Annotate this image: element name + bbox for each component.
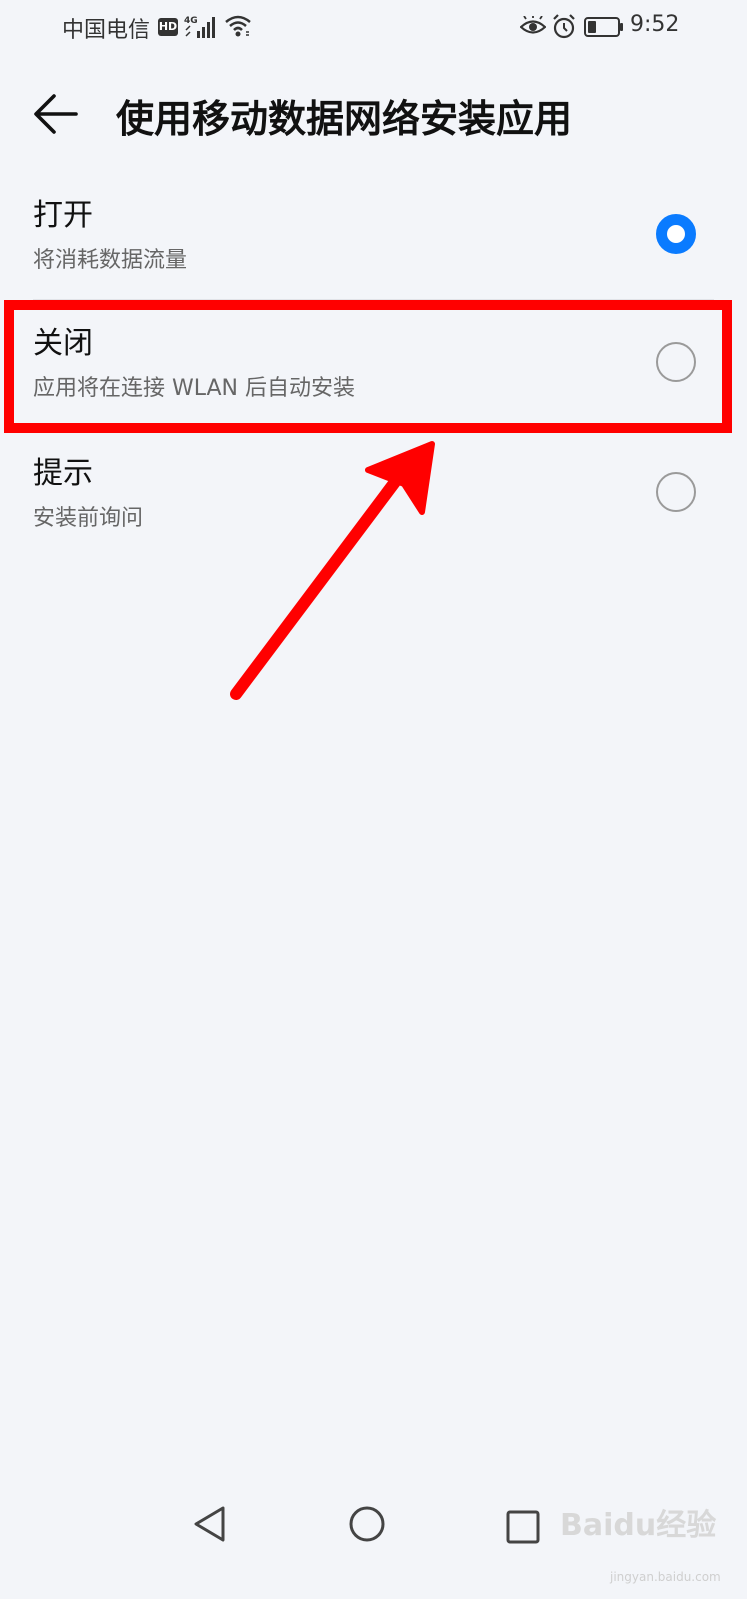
back-button[interactable] xyxy=(30,86,86,142)
option-off[interactable]: 关闭 应用将在连接 WLAN 后自动安装 xyxy=(0,300,747,428)
option-label: 打开 xyxy=(33,198,93,233)
radio-button-off[interactable] xyxy=(656,342,696,382)
alarm-icon xyxy=(553,14,575,39)
page-title: 使用移动数据网络安装应用 xyxy=(116,97,573,141)
settings-screen: 中国电信 HD 4G 9:52 使用移动数据网络安装应用 打开 将消耗数据流量 … xyxy=(0,0,747,1599)
status-bar: 中国电信 HD 4G 9:52 xyxy=(0,0,747,58)
wifi-icon xyxy=(225,15,251,37)
radio-button-ask[interactable] xyxy=(656,472,696,512)
hd-badge: HD xyxy=(158,18,178,36)
option-label: 提示 xyxy=(33,456,93,491)
baidu-watermark: Baidu经验 xyxy=(560,1508,717,1543)
status-time: 9:52 xyxy=(630,12,680,37)
option-on[interactable]: 打开 将消耗数据流量 xyxy=(0,172,747,300)
nav-recent-square-icon[interactable] xyxy=(506,1510,540,1544)
option-description: 将消耗数据流量 xyxy=(33,248,188,273)
arrow-left-icon xyxy=(34,94,78,134)
battery-icon xyxy=(584,17,623,37)
carrier-name: 中国电信 xyxy=(62,18,151,43)
network-type-label: 4G xyxy=(184,16,198,26)
nav-back-triangle-icon[interactable] xyxy=(192,1504,228,1544)
option-description: 安装前询问 xyxy=(33,506,144,531)
watermark-url: jingyan.baidu.com xyxy=(610,1570,721,1584)
divider xyxy=(33,427,714,428)
option-ask[interactable]: 提示 安装前询问 xyxy=(0,430,747,558)
signal-4g-icon: 4G xyxy=(184,16,215,38)
nav-home-circle-icon[interactable] xyxy=(348,1504,386,1544)
app-header: 使用移动数据网络安装应用 xyxy=(0,70,747,160)
eye-comfort-icon xyxy=(520,16,546,34)
option-description: 应用将在连接 WLAN 后自动安装 xyxy=(33,376,356,401)
option-label: 关闭 xyxy=(33,326,93,361)
radio-button-on[interactable] xyxy=(656,214,696,254)
